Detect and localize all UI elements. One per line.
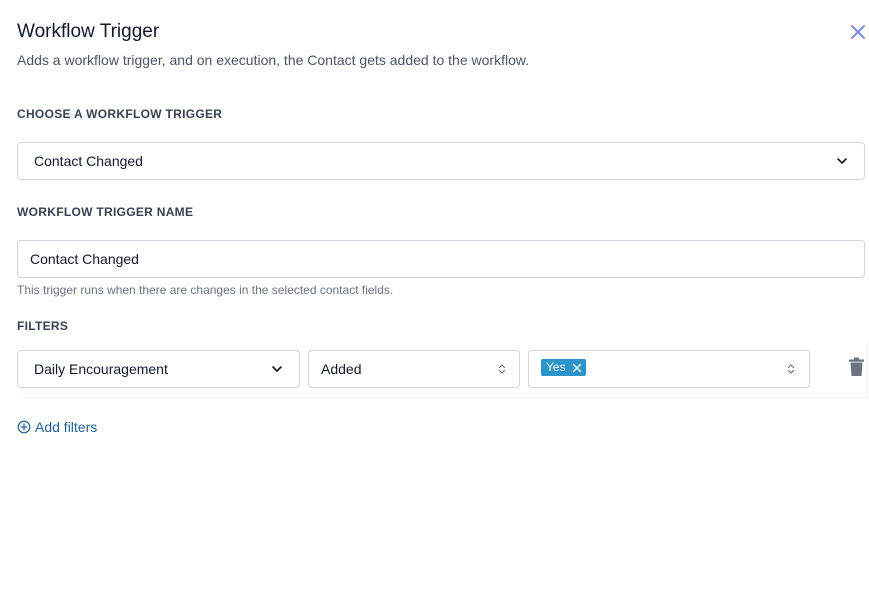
workflow-trigger-select[interactable]: Contact Changed <box>17 142 865 180</box>
value-tag-label: Yes <box>546 360 566 374</box>
trigger-name-input[interactable] <box>17 240 865 278</box>
filter-operator-select[interactable]: Added <box>308 350 520 388</box>
value-tag: Yes <box>541 359 586 376</box>
filter-field-value: Daily Encouragement <box>34 361 168 377</box>
panel-title: Workflow Trigger <box>17 21 160 42</box>
trigger-name-help: This trigger runs when there are changes… <box>17 283 394 297</box>
chevron-down-icon <box>272 366 282 372</box>
chevron-up-down-icon <box>498 364 506 374</box>
add-filters-button[interactable]: Add filters <box>17 419 97 435</box>
add-filters-label: Add filters <box>35 419 98 435</box>
filters-label: FILTERS <box>17 319 69 333</box>
panel-subtitle: Adds a workflow trigger, and on executio… <box>17 52 530 68</box>
trash-icon[interactable] <box>848 357 865 377</box>
filter-field-select[interactable]: Daily Encouragement <box>17 350 300 388</box>
workflow-trigger-panel: Workflow Trigger Adds a workflow trigger… <box>0 0 869 601</box>
chevron-down-icon <box>837 158 847 164</box>
workflow-trigger-select-value: Contact Changed <box>34 153 143 169</box>
plus-circle-icon <box>17 420 31 434</box>
chevron-up-down-icon <box>787 364 795 374</box>
filter-value-multiselect[interactable]: Yes <box>528 350 810 388</box>
remove-tag-icon[interactable] <box>572 363 582 373</box>
filter-operator-value: Added <box>321 361 362 377</box>
trigger-name-label: WORKFLOW TRIGGER NAME <box>17 205 194 219</box>
trigger-select-label: CHOOSE A WORKFLOW TRIGGER <box>17 107 223 121</box>
close-icon[interactable] <box>848 22 868 42</box>
